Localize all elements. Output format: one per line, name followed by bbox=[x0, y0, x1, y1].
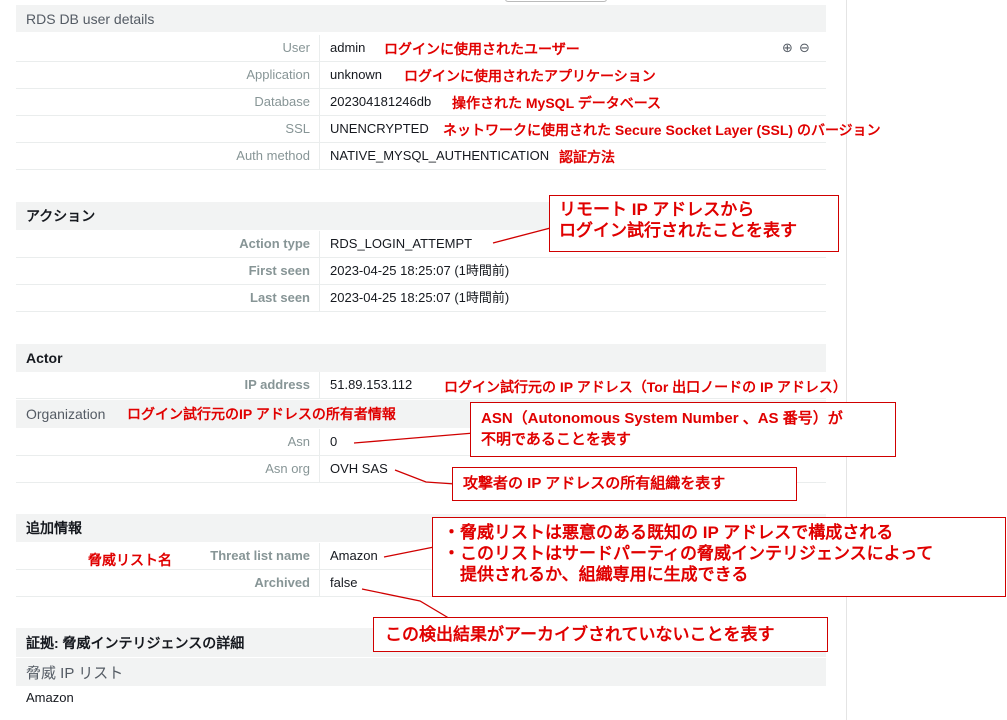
threat-ip-list-title: 脅威 IP リスト bbox=[26, 664, 124, 682]
detail-label: First seen bbox=[248, 263, 310, 278]
detail-value: 2023-04-25 18:25:07 (1時間前) bbox=[330, 290, 510, 305]
detail-value: 0 bbox=[330, 434, 338, 449]
organization-title: Organization bbox=[26, 406, 106, 422]
callout-action-line1: リモート IP アドレスから bbox=[559, 200, 755, 219]
detail-label: Auth method bbox=[236, 148, 310, 163]
callout-action-line2: ログイン試行されたことを表す bbox=[559, 221, 797, 240]
detail-row-last-seen: Last seen 2023-04-25 18:25:07 (1時間前) bbox=[16, 285, 826, 312]
panel-right-border bbox=[846, 0, 847, 720]
detail-row-database: Database 202304181246db bbox=[16, 89, 826, 116]
detail-row-auth-method: Auth method NATIVE_MYSQL_AUTHENTICATION bbox=[16, 143, 826, 170]
rds-user-section-title: RDS DB user details bbox=[26, 10, 155, 27]
detail-value: NATIVE_MYSQL_AUTHENTICATION bbox=[330, 148, 550, 163]
threat-ip-list-subheader: 脅威 IP リスト bbox=[16, 658, 826, 686]
detail-label: Last seen bbox=[250, 290, 310, 305]
detail-label: Application bbox=[246, 67, 310, 82]
detail-label: Archived bbox=[254, 575, 310, 590]
detail-row-first-seen: First seen 2023-04-25 18:25:07 (1時間前) bbox=[16, 258, 826, 285]
callout-action-type: リモート IP アドレスから ログイン試行されたことを表す bbox=[549, 195, 839, 252]
detail-label: Asn bbox=[287, 434, 310, 449]
top-button-fragment bbox=[505, 0, 607, 2]
callout-archived-text: この検出結果がアーカイブされていないことを表す bbox=[385, 625, 775, 644]
annotation-threat-list-name: 脅威リスト名 bbox=[88, 552, 172, 568]
evidence-section-title: 証拠: 脅威インテリジェンスの詳細 bbox=[26, 634, 245, 651]
callout-threat-line1: ・脅威リストは悪意のある既知の IP アドレスで構成される bbox=[443, 523, 894, 542]
annotation-application: ログインに使用されたアプリケーション bbox=[404, 68, 656, 84]
annotation-database: 操作された MySQL データベース bbox=[452, 95, 662, 111]
detail-value: false bbox=[330, 575, 358, 590]
extra-info-section-title: 追加情報 bbox=[26, 520, 82, 536]
callout-archived: この検出結果がアーカイブされていないことを表す bbox=[373, 617, 828, 652]
detail-value: Amazon bbox=[330, 548, 378, 563]
actor-section-title: Actor bbox=[26, 350, 63, 366]
annotation-auth-method: 認証方法 bbox=[559, 149, 615, 165]
detail-label: IP address bbox=[244, 377, 310, 392]
detail-value: 2023-04-25 18:25:07 (1時間前) bbox=[330, 263, 510, 278]
detail-label: Threat list name bbox=[210, 548, 310, 563]
callout-asn-line1: ASN（Autonomous System Number 、AS 番号）が bbox=[481, 410, 843, 427]
callout-threat-list: ・脅威リストは悪意のある既知の IP アドレスで構成される ・このリストはサード… bbox=[432, 517, 1006, 597]
detail-value: RDS_LOGIN_ATTEMPT bbox=[330, 236, 473, 251]
rds-user-section-header: RDS DB user details bbox=[16, 5, 826, 32]
detail-value: unknown bbox=[330, 67, 383, 82]
detail-value: OVH SAS bbox=[330, 461, 388, 476]
callout-asn-line2: 不明であることを表す bbox=[481, 431, 631, 448]
detail-label: SSL bbox=[285, 121, 310, 136]
detail-label: Database bbox=[254, 94, 310, 109]
actor-section-header: Actor bbox=[16, 344, 826, 372]
annotation-ip-address: ログイン試行元の IP アドレス（Tor 出口ノードの IP アドレス） bbox=[444, 379, 847, 395]
detail-label: Action type bbox=[239, 236, 310, 251]
detail-label: User bbox=[282, 40, 310, 55]
annotation-ssl: ネットワークに使用された Secure Socket Layer (SSL) の… bbox=[443, 122, 881, 138]
callout-asn-org: 攻撃者の IP アドレスの所有組織を表す bbox=[452, 467, 797, 501]
annotation-organization: ログイン試行元のIP アドレスの所有者情報 bbox=[127, 406, 396, 422]
detail-value: admin bbox=[330, 40, 366, 55]
callout-asn-org-text: 攻撃者の IP アドレスの所有組織を表す bbox=[463, 475, 726, 492]
annotation-user: ログインに使用されたユーザー bbox=[384, 41, 580, 57]
callout-asn: ASN（Autonomous System Number 、AS 番号）が 不明… bbox=[470, 402, 896, 457]
detail-value: 51.89.153.112 bbox=[330, 377, 413, 392]
detail-value: 202304181246db bbox=[330, 94, 432, 109]
threat-ip-list-value: Amazon bbox=[26, 690, 74, 705]
action-section-title: アクション bbox=[26, 208, 96, 224]
detail-value: UNENCRYPTED bbox=[330, 121, 429, 136]
callout-threat-line2: ・このリストはサードパーティの脅威インテリジェンスによって bbox=[443, 544, 934, 563]
callout-threat-line3: 提供されるか、組織専用に生成できる bbox=[443, 565, 749, 584]
detail-label: Asn org bbox=[265, 461, 310, 476]
